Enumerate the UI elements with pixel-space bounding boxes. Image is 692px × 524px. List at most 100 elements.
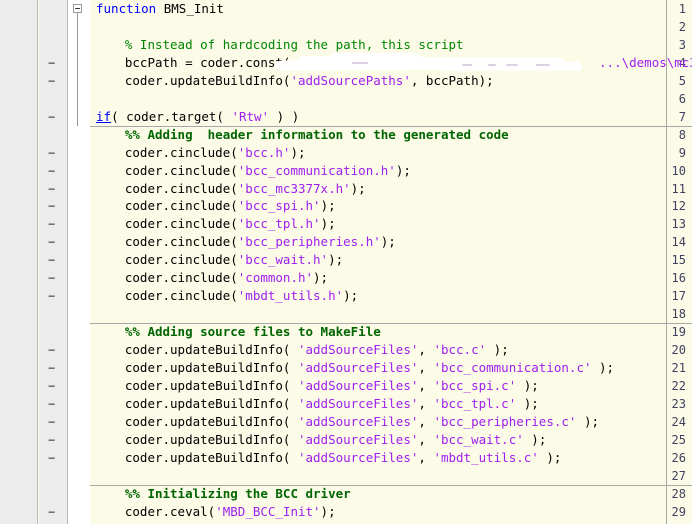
code-line[interactable]: coder.cinclude('common.h'); [125, 269, 328, 287]
code-token-plain: , bccPath); [410, 73, 494, 88]
code-line[interactable]: coder.updateBuildInfo( 'addSourceFiles',… [125, 377, 539, 395]
code-line[interactable]: coder.cinclude('bcc_peripheries.h'); [125, 233, 396, 251]
code-token-plain: coder.cinclude( [124, 252, 238, 267]
code-line[interactable]: coder.updateBuildInfo( 'addSourceFiles',… [125, 341, 509, 359]
line-number: 28 [671, 487, 686, 501]
code-token-str: 'addSourceFiles' [297, 414, 419, 429]
line-number: 26 [671, 451, 686, 465]
line-number: 27 [671, 469, 686, 483]
executable-line-marker[interactable]: − [48, 377, 55, 395]
code-line[interactable]: coder.updateBuildInfo( 'addSourceFiles',… [125, 449, 562, 467]
code-token-plain: ( coder.target( [111, 109, 232, 124]
code-line[interactable]: coder.ceval('MBD_BCC_Init'); [125, 503, 336, 521]
code-token-plain: coder.updateBuildInfo( [124, 73, 291, 88]
code-line[interactable]: coder.cinclude('bcc_communication.h'); [125, 162, 411, 180]
line-number: 5 [678, 74, 686, 88]
code-token-plain: coder.cinclude( [124, 181, 238, 196]
code-line[interactable]: coder.cinclude('bcc_mc3377x.h'); [125, 180, 366, 198]
executable-line-marker[interactable]: − [48, 341, 55, 359]
code-token-str: 'Rtw' [231, 109, 270, 124]
executable-line-marker[interactable]: − [48, 108, 55, 126]
executable-line-marker[interactable]: − [48, 162, 55, 180]
code-line[interactable]: if( coder.target( 'Rtw' ) ) [96, 108, 299, 126]
code-token-plain: coder.cinclude( [124, 216, 238, 231]
code-token-sect: %% Adding header information to the gene… [124, 127, 509, 142]
code-line[interactable]: coder.updateBuildInfo( 'addSourceFiles',… [125, 395, 539, 413]
line-number: 12 [671, 199, 686, 213]
code-token-plain: coder.updateBuildInfo( [124, 378, 298, 393]
code-token-str: 'bcc_peripheries.h' [237, 234, 381, 249]
code-token-str: 'bcc.c' [433, 342, 487, 357]
line-number: 18 [671, 307, 686, 321]
executable-line-marker[interactable]: − [48, 233, 55, 251]
executable-line-marker[interactable]: − [48, 449, 55, 467]
executable-line-marker[interactable]: − [48, 359, 55, 377]
code-token-str: 'bcc_tpl.c' [433, 396, 517, 411]
executable-line-marker[interactable]: − [48, 144, 55, 162]
executable-line-marker[interactable]: − [48, 54, 55, 72]
line-number: 22 [671, 379, 686, 393]
executable-line-marker[interactable]: − [48, 413, 55, 431]
code-token-plain: ); [350, 181, 366, 196]
code-line[interactable]: coder.updateBuildInfo( 'addSourceFiles',… [125, 413, 599, 431]
line-number-gutter [0, 0, 38, 524]
line-number: 10 [671, 164, 686, 178]
code-line[interactable]: %% Adding header information to the gene… [125, 126, 509, 144]
line-number: 7 [678, 110, 686, 124]
executable-line-marker[interactable]: − [48, 180, 55, 198]
code-line[interactable]: coder.cinclude('bcc.h'); [125, 144, 306, 162]
code-line[interactable]: function BMS_Init [96, 0, 224, 18]
code-token-plain: coder.updateBuildInfo( [124, 432, 298, 447]
code-editor[interactable]: 1 function BMS_Init 2 3% Instead of hardcod… [0, 0, 692, 524]
executable-line-marker[interactable]: − [48, 251, 55, 269]
section-divider [90, 125, 692, 127]
code-line[interactable]: %% Initializing the BCC driver [125, 485, 351, 503]
code-line[interactable]: coder.cinclude('bcc_wait.h'); [125, 251, 343, 269]
code-line[interactable]: coder.cinclude('bcc_spi.h'); [125, 197, 336, 215]
code-token-plain: coder.cinclude( [124, 234, 238, 249]
line-number: 16 [671, 271, 686, 285]
code-line[interactable]: coder.cinclude('bcc_tpl.h'); [125, 215, 336, 233]
code-line[interactable]: coder.cinclude('mbdt_utils.h'); [125, 287, 358, 305]
executable-line-marker[interactable]: − [48, 269, 55, 287]
line-number: 20 [671, 343, 686, 357]
code-token-kw: function [96, 1, 157, 16]
line-number: 1 [678, 2, 686, 16]
code-token-str: 'addSourceFiles' [297, 360, 419, 375]
code-token-plain: coder.ceval( [124, 504, 216, 519]
executable-line-marker[interactable]: − [48, 215, 55, 233]
line-number: 17 [671, 289, 686, 303]
line-number: 9 [678, 146, 686, 160]
line-number: 11 [671, 182, 686, 196]
line-number: 19 [671, 325, 686, 339]
code-token-str: 'mbdt_utils.c' [433, 450, 539, 465]
code-token-plain: ); [516, 396, 539, 411]
executable-line-marker[interactable]: − [48, 197, 55, 215]
line-number: 14 [671, 235, 686, 249]
code-token-str: 'bcc_wait.c' [433, 432, 524, 447]
code-line[interactable]: %% Adding source files to MakeFile [125, 323, 381, 341]
executable-line-marker[interactable]: − [48, 72, 55, 90]
code-line[interactable]: coder.updateBuildInfo( 'addSourceFiles',… [125, 359, 614, 377]
code-fold-collapse-icon[interactable] [73, 4, 82, 13]
code-token-plain: ); [516, 378, 539, 393]
code-line[interactable]: coder.updateBuildInfo( 'addSourceFiles',… [125, 431, 546, 449]
executable-line-marker[interactable]: − [48, 395, 55, 413]
code-token-plain: ); [320, 504, 336, 519]
code-token-plain: BMS_Init [156, 1, 224, 16]
executable-line-marker[interactable]: − [48, 431, 55, 449]
code-line[interactable]: coder.updateBuildInfo('addSourcePaths', … [125, 72, 494, 90]
code-fold-gutter[interactable] [67, 0, 90, 524]
executable-line-marker[interactable]: − [48, 503, 55, 521]
code-token-plain: coder.cinclude( [124, 288, 238, 303]
executable-line-marker[interactable]: − [48, 287, 55, 305]
code-line[interactable]: % Instead of hardcoding the path, this s… [125, 36, 464, 54]
code-token-plain: ); [320, 216, 336, 231]
code-token-str: 'addSourceFiles' [297, 396, 419, 411]
code-token-plain: , [418, 432, 434, 447]
code-token-str: 'bcc_mc3377x.h' [237, 181, 351, 196]
code-token-plain: , [418, 414, 434, 429]
code-token-str: 'addSourcePaths' [290, 73, 411, 88]
code-token-plain: , [418, 378, 434, 393]
code-fold-stem [77, 13, 78, 126]
